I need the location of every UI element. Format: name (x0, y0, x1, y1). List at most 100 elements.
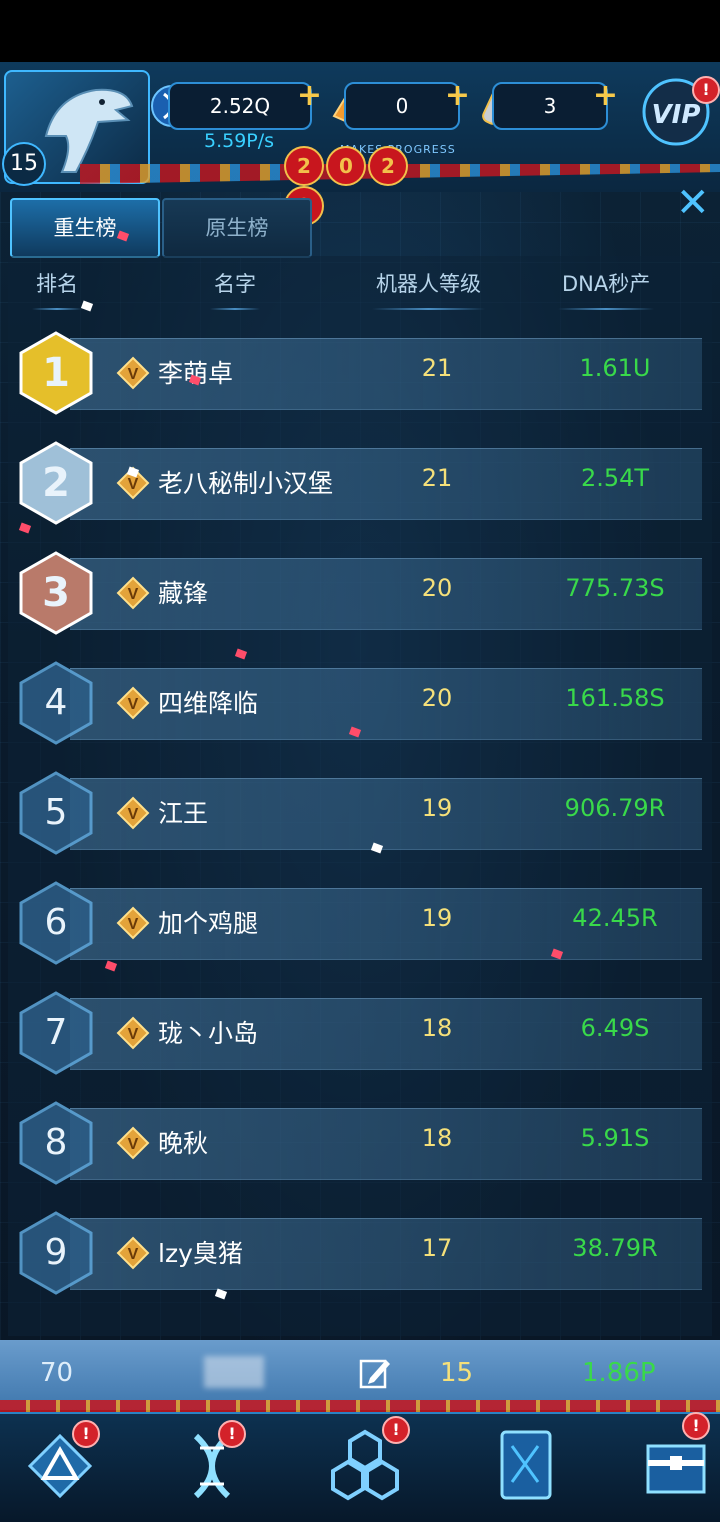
robot-level: 21 (421, 464, 453, 492)
robot-level: 21 (421, 354, 453, 382)
player-level-badge: 15 (2, 142, 46, 186)
rank-number: 5 (44, 792, 68, 833)
player-name: 老八秘制小汉堡 (158, 469, 334, 498)
rank-number: 3 (42, 570, 70, 616)
column-header-name: 名字 (210, 268, 260, 310)
rank-number: 7 (44, 1012, 68, 1053)
rank-badge: 5 (18, 770, 94, 856)
nav-button-emblem[interactable]: ! (10, 1420, 110, 1510)
tab-native-ranking[interactable]: 原生榜 (162, 198, 312, 258)
svg-text:V: V (128, 1136, 139, 1153)
player-name: 晚秋 (158, 1129, 209, 1158)
robot-level: 20 (421, 684, 453, 712)
v-rank-icon: V (116, 576, 150, 610)
rank-badge: 7 (18, 990, 94, 1076)
svg-text:V: V (128, 1246, 139, 1263)
dna-resource: 2.52Q + (168, 78, 322, 130)
rank-number: 8 (44, 1122, 68, 1163)
v-rank-icon: V (116, 796, 150, 830)
svg-text:V: V (128, 476, 139, 493)
nav-button-chest[interactable]: ! (626, 1412, 720, 1510)
year-banner: 2020 (284, 146, 444, 226)
dna-per-second: 6.49S (580, 1014, 650, 1042)
rank-number: 1 (42, 350, 70, 396)
robot-level: 18 (421, 1124, 453, 1152)
add-capsule-button[interactable]: + (593, 78, 618, 113)
dna-per-second: 1.61U (579, 354, 651, 382)
alert-badge: ! (382, 1416, 410, 1444)
v-rank-icon: V (116, 906, 150, 940)
add-crystal-button[interactable]: + (445, 78, 470, 113)
rank-badge: 9 (18, 1210, 94, 1296)
my-level: 15 (440, 1358, 474, 1388)
player-name: 珑丶小岛 (158, 1019, 259, 1048)
crystal-resource: 0 + (344, 78, 470, 130)
tab-rebirth-ranking[interactable]: 重生榜 (10, 198, 160, 258)
nav-button-dna[interactable]: ! (162, 1420, 262, 1510)
player-name: 江王 (158, 799, 209, 828)
rank-number: 9 (44, 1232, 68, 1273)
rank-number: 6 (44, 902, 68, 943)
my-dna-rate: 1.86P (582, 1358, 656, 1388)
crystal-value: 0 (395, 94, 409, 118)
dna-per-second: 775.73S (565, 574, 665, 602)
v-rank-icon: V (116, 356, 150, 390)
status-bar-area (0, 0, 720, 62)
add-dna-button[interactable]: + (297, 78, 322, 113)
dinosaur-icon (44, 88, 134, 173)
year-digit: 2 (368, 146, 408, 186)
rank-badge: 2 (18, 440, 94, 526)
edit-name-icon[interactable] (358, 1356, 392, 1390)
v-rank-icon: V (116, 1126, 150, 1160)
rank-number: 4 (44, 682, 68, 723)
vip-label: VIP (651, 100, 701, 130)
nav-button-cards[interactable] (482, 1420, 582, 1510)
dna-per-second: 906.79R (564, 794, 666, 822)
player-name: 加个鸡腿 (158, 909, 259, 938)
card-icon (500, 1430, 552, 1500)
alert-badge: ! (218, 1420, 246, 1448)
year-digit: 2 (284, 146, 324, 186)
dna-per-second: 161.58S (565, 684, 665, 712)
v-rank-icon: V (116, 686, 150, 720)
svg-text:V: V (128, 366, 139, 383)
rank-badge: 6 (18, 880, 94, 966)
close-icon[interactable]: ✕ (676, 180, 710, 226)
svg-text:V: V (128, 1026, 139, 1043)
capsule-value: 3 (543, 94, 557, 118)
rank-badge: 4 (18, 660, 94, 746)
column-header-robot-level: 机器人等级 (372, 268, 485, 310)
rank-badge: 1 (18, 330, 94, 416)
svg-text:V: V (128, 806, 139, 823)
rank-number: 2 (42, 460, 70, 506)
year-digit: 0 (326, 146, 366, 186)
svg-text:V: V (128, 696, 139, 713)
robot-level: 19 (421, 904, 453, 932)
chest-icon (646, 1444, 706, 1494)
vip-alert-badge: ! (692, 76, 720, 104)
svg-text:V: V (128, 916, 139, 933)
capsule-resource: 3 + (492, 78, 618, 130)
robot-level: 18 (421, 1014, 453, 1042)
dna-per-second: 5.91S (580, 1124, 650, 1152)
v-rank-icon: V (116, 1016, 150, 1050)
my-rank: 70 (40, 1358, 74, 1388)
rank-badge: 8 (18, 1100, 94, 1186)
alert-badge: ! (72, 1420, 100, 1448)
robot-level: 20 (421, 574, 453, 602)
rank-badge: 3 (18, 550, 94, 636)
svg-text:V: V (128, 586, 139, 603)
dna-rate: 5.59P/s (204, 130, 275, 152)
robot-level: 17 (421, 1234, 453, 1262)
vip-button[interactable]: VIP ! (640, 72, 720, 152)
player-name: 藏锋 (158, 579, 209, 608)
dna-per-second: 2.54T (580, 464, 650, 492)
my-name-blurred (204, 1356, 264, 1388)
column-header-rank: 排名 (32, 268, 82, 310)
dna-per-second: 42.45R (572, 904, 658, 932)
nav-button-upgrade[interactable]: ! (310, 1416, 410, 1510)
column-header-dna-per-second: DNA秒产 (557, 268, 655, 310)
v-rank-icon: V (116, 1236, 150, 1270)
dna-per-second: 38.79R (572, 1234, 658, 1262)
robot-level: 19 (421, 794, 453, 822)
